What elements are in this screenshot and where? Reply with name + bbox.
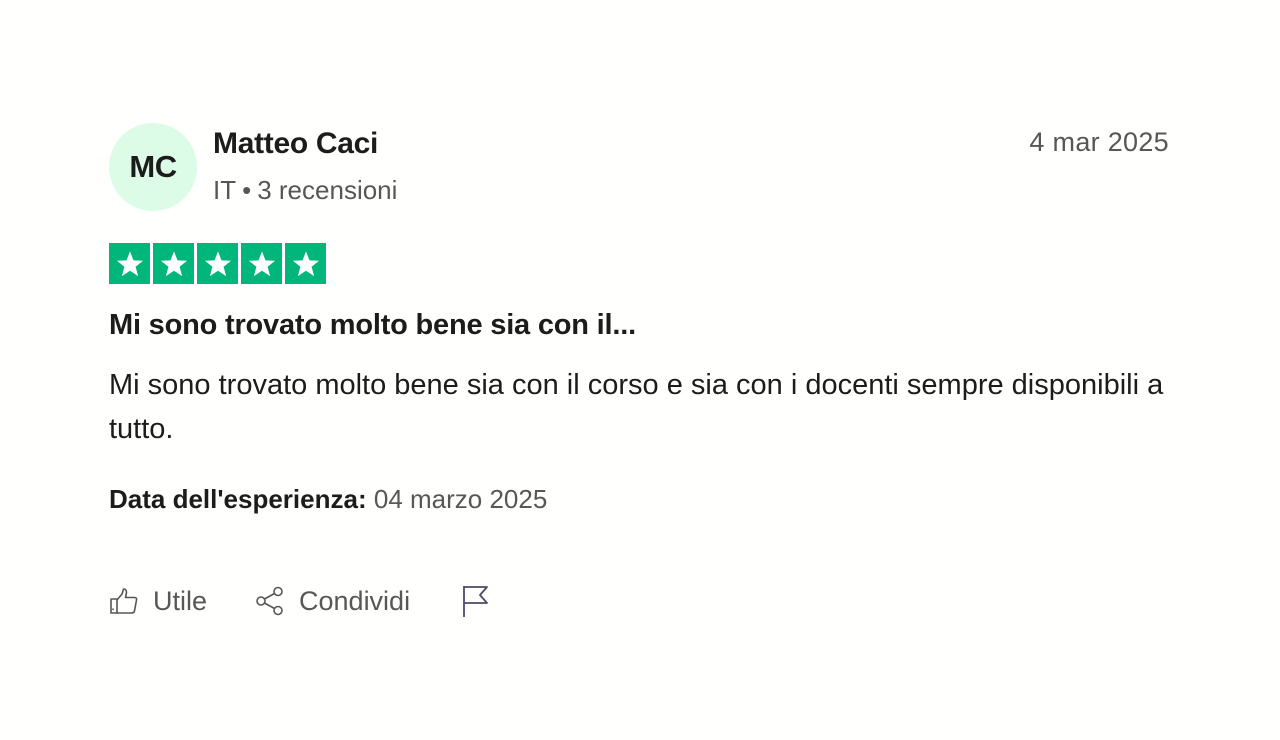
star-icon <box>204 250 231 276</box>
experience-date: Data dell'esperienza: 04 marzo 2025 <box>109 484 547 515</box>
review-header: MC Matteo Caci IT • 3 recensioni 4 mar 202… <box>109 123 1169 211</box>
star-3 <box>197 243 238 284</box>
share-button[interactable]: Condividi <box>255 586 410 617</box>
flag-icon <box>460 584 490 618</box>
review-text: Mi sono trovato molto bene sia con il co… <box>109 369 1164 445</box>
star-rating <box>109 243 326 284</box>
experience-date-label: Data dell'esperienza: <box>109 484 367 514</box>
review-card: MC Matteo Caci IT • 3 recensioni 4 mar 202… <box>109 123 1169 617</box>
consumer-reviews-count: 3 recensioni <box>257 175 398 205</box>
star-1 <box>109 243 150 284</box>
consumer-country: IT <box>213 175 237 205</box>
share-label: Condividi <box>299 585 411 616</box>
thumbs-up-icon <box>109 586 139 616</box>
star-5 <box>285 243 326 284</box>
review-title[interactable]: Mi sono trovato molto bene sia con il... <box>109 309 636 342</box>
star-icon <box>116 250 143 276</box>
review-date: 4 mar 2025 <box>1029 127 1169 157</box>
avatar[interactable]: MC <box>109 123 197 211</box>
share-icon <box>255 586 285 616</box>
useful-label: Utile <box>153 585 208 616</box>
star-icon <box>292 250 319 276</box>
star-icon <box>160 250 187 276</box>
consumer-meta: IT • 3 recensioni <box>213 175 397 206</box>
star-4 <box>241 243 282 284</box>
review-actions: Utile Condividi <box>109 583 490 619</box>
experience-date-value: 04 marzo 2025 <box>373 484 548 514</box>
useful-button[interactable]: Utile <box>109 586 207 617</box>
star-icon <box>248 250 275 276</box>
meta-separator: • <box>242 175 252 205</box>
consumer-name[interactable]: Matteo Caci <box>213 127 378 161</box>
report-button[interactable] <box>460 584 490 618</box>
star-2 <box>153 243 194 284</box>
